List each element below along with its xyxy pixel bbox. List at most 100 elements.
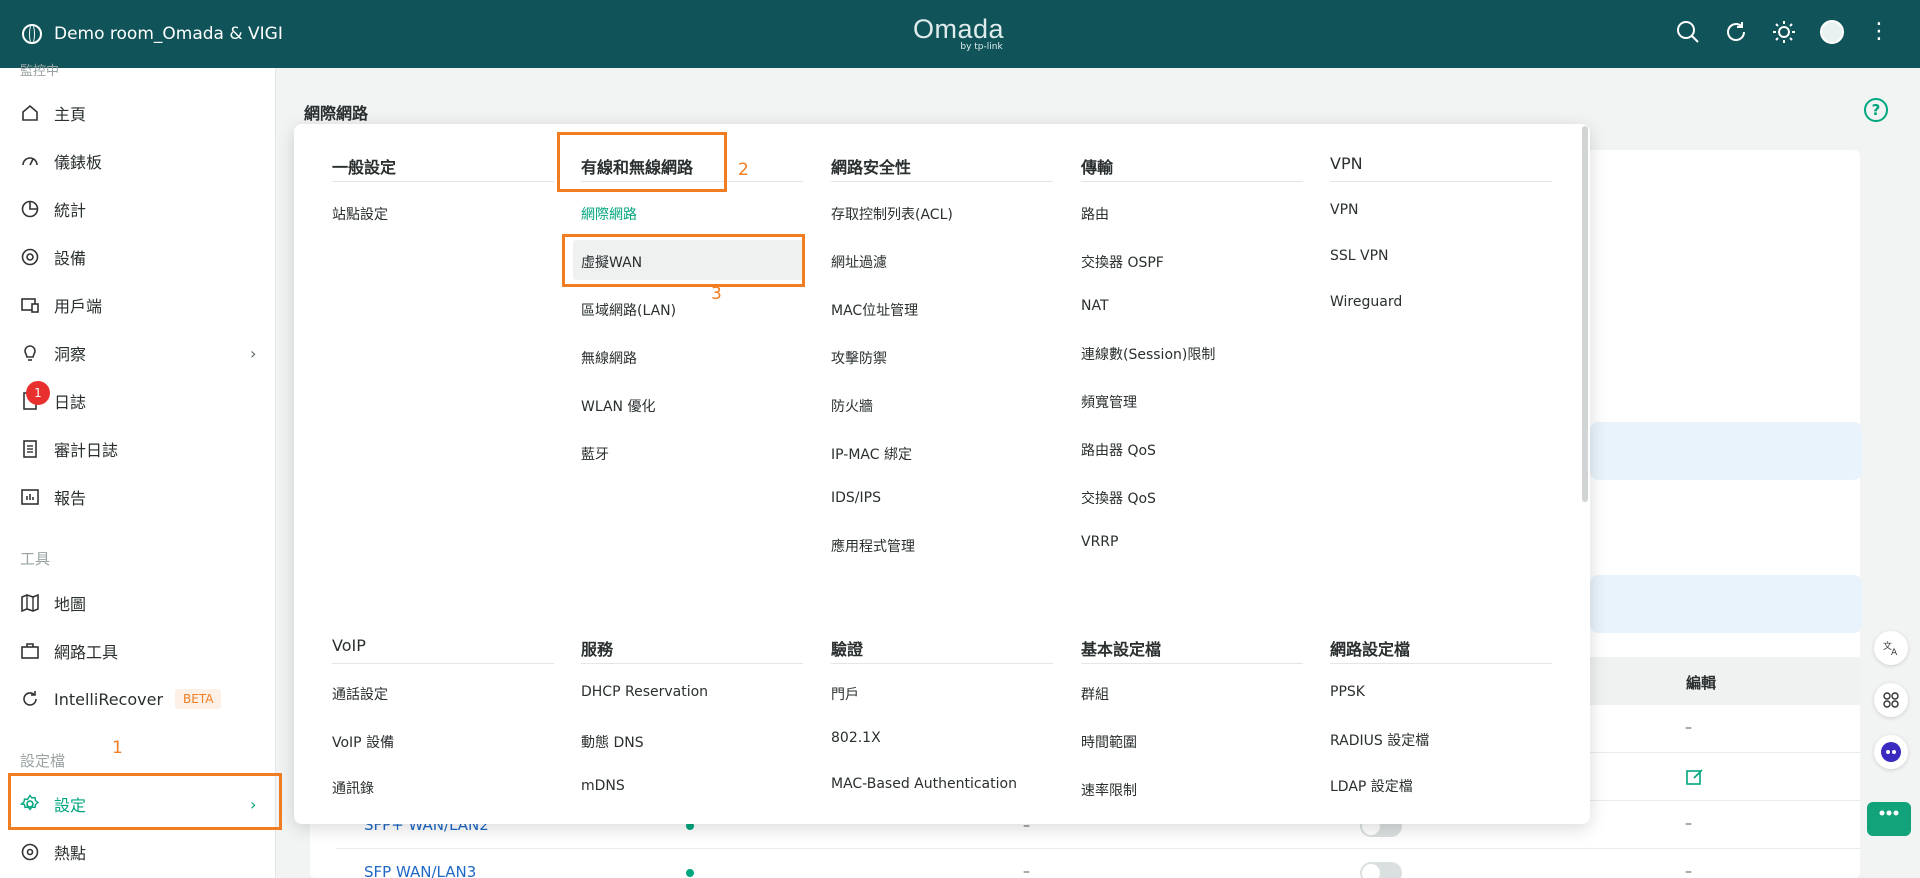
toggle-switch[interactable] (1360, 862, 1402, 878)
sidebar-item-map[interactable]: 地圖 (20, 588, 86, 618)
info-banner (1590, 422, 1862, 480)
menu-item-lan[interactable]: 區域網路(LAN) (581, 300, 676, 320)
menu-item-firewall[interactable]: 防火牆 (831, 396, 873, 416)
menu-item-groups[interactable]: 群組 (1081, 684, 1109, 704)
search-icon[interactable] (1676, 20, 1700, 44)
menu-item-wireguard[interactable]: Wireguard (1330, 294, 1402, 310)
help-icon[interactable]: ? (1864, 98, 1888, 122)
sidebar-item-reports[interactable]: 報告 (20, 482, 86, 512)
menu-item-attack-defense[interactable]: 攻擊防禦 (831, 348, 887, 368)
edit-cell: – (1685, 720, 1692, 736)
menu-item-ssl-vpn[interactable]: SSL VPN (1330, 248, 1389, 264)
menu-item-url-filter[interactable]: 網址過濾 (831, 252, 887, 272)
menu-column-title: VoIP (332, 636, 554, 664)
menu-item-bluetooth[interactable]: 藍牙 (581, 444, 609, 464)
user-avatar[interactable] (1820, 20, 1844, 44)
sidebar-item-statistics[interactable]: 統計 (20, 194, 86, 224)
menu-item-ids-ips[interactable]: IDS/IPS (831, 490, 881, 506)
menu-item-switch-ospf[interactable]: 交換器 OSPF (1081, 252, 1164, 272)
menu-column-title: 傳輸 (1081, 154, 1303, 182)
port-link[interactable]: SFP WAN/LAN3 (364, 863, 476, 878)
svg-text:A: A (1891, 648, 1898, 657)
menu-item-switch-qos[interactable]: 交換器 QoS (1081, 488, 1156, 508)
table-row (336, 849, 1861, 878)
sidebar-item-dashboard[interactable]: 儀錶板 (20, 146, 102, 176)
top-bar: Demo room_Omada & VIGI Omada by tp-link … (0, 0, 1920, 68)
recover-icon (23, 691, 37, 706)
pie-chart-icon (21, 200, 39, 218)
more-menu-icon[interactable]: ⋮ (1868, 20, 1890, 44)
menu-item-wireless[interactable]: 無線網路 (581, 348, 637, 368)
menu-item-portal[interactable]: 門戶 (831, 684, 859, 704)
menu-column-vpn: VPN VPN SSL VPN Wireguard (1330, 154, 1552, 310)
menu-item-ip-mac-binding[interactable]: IP-MAC 綁定 (831, 444, 912, 464)
menu-item-ldap-profile[interactable]: LDAP 設定檔 (1330, 776, 1413, 796)
menu-item-vrrp[interactable]: VRRP (1081, 534, 1118, 550)
menu-item-mdns[interactable]: mDNS (581, 778, 625, 794)
sidebar-item-network-tools[interactable]: 網路工具 (20, 636, 118, 666)
sidebar-item-home[interactable]: 主頁 (20, 98, 86, 128)
dashboard-icon (22, 157, 38, 166)
column-header-edit: 編輯 (1686, 674, 1717, 692)
menu-column-services: 服務 DHCP Reservation 動態 DNS mDNS (581, 636, 803, 794)
edit-cell: – (1685, 816, 1692, 832)
menu-column-voip: VoIP 通話設定 VoIP 設備 通訊錄 (332, 636, 554, 797)
bulb-icon (24, 345, 36, 361)
menu-item-phonebook[interactable]: 通訊錄 (332, 778, 374, 798)
translate-icon[interactable]: 文A (1874, 631, 1908, 665)
menu-item-mac-management[interactable]: MAC位址管理 (831, 300, 918, 320)
menu-item-internet[interactable]: 網際網路 (581, 204, 637, 224)
sidebar-item-hotspot[interactable]: 熱點 (20, 837, 86, 867)
refresh-icon[interactable] (1724, 20, 1748, 44)
menu-column-security: 網路安全性 存取控制列表(ACL) 網址過濾 MAC位址管理 攻擊防禦 防火牆 … (831, 154, 1053, 555)
menu-item-wlan-optimization[interactable]: WLAN 優化 (581, 396, 655, 416)
menu-item-site-settings[interactable]: 站點設定 (332, 204, 388, 224)
globe-icon (22, 24, 42, 44)
menu-item-dhcp-reservation[interactable]: DHCP Reservation (581, 684, 708, 700)
menu-item-bandwidth[interactable]: 頻寬管理 (1081, 392, 1137, 412)
menu-item-time-range[interactable]: 時間範圍 (1081, 732, 1137, 752)
menu-item-vpn[interactable]: VPN (1330, 202, 1359, 218)
menu-item-app-management[interactable]: 應用程式管理 (831, 536, 915, 556)
menu-item-acl[interactable]: 存取控制列表(ACL) (831, 204, 953, 224)
menu-item-routing[interactable]: 路由 (1081, 204, 1109, 224)
edit-icon[interactable] (1686, 768, 1704, 790)
map-icon (21, 593, 39, 613)
menu-column-title: VPN (1330, 154, 1552, 182)
chevron-right-icon: › (250, 343, 257, 363)
settings-mega-menu: 一般設定 站點設定 有線和無線網路 網際網路 虛擬WAN 區域網路(LAN) 無… (294, 124, 1590, 824)
menu-item-rate-limit[interactable]: 速率限制 (1081, 780, 1137, 800)
sidebar-item-devices[interactable]: 設備 (20, 242, 86, 272)
status-dot (686, 869, 694, 877)
menu-column-basic-profiles: 基本設定檔 群組 時間範圍 速率限制 (1081, 636, 1303, 799)
menu-item-ppsk[interactable]: PPSK (1330, 684, 1365, 700)
menu-column-network-profiles: 網路設定檔 PPSK RADIUS 設定檔 LDAP 設定檔 (1330, 636, 1552, 795)
assistant-icon[interactable] (1874, 735, 1908, 769)
log-count-badge: 1 (26, 381, 50, 405)
menu-item-8021x[interactable]: 802.1X (831, 730, 881, 746)
menu-item-nat[interactable]: NAT (1081, 298, 1109, 314)
site-name: Demo room_Omada & VIGI (54, 24, 283, 44)
menu-item-call-settings[interactable]: 通話設定 (332, 684, 388, 704)
menu-item-mac-auth[interactable]: MAC-Based Authentication (831, 776, 1017, 792)
menu-item-radius-profile[interactable]: RADIUS 設定檔 (1330, 730, 1429, 750)
menu-scrollbar[interactable] (1582, 126, 1588, 502)
menu-column-general: 一般設定 站點設定 (332, 154, 554, 223)
menu-item-router-qos[interactable]: 路由器 QoS (1081, 440, 1156, 460)
beta-badge: BETA (175, 689, 222, 709)
menu-item-voip-devices[interactable]: VoIP 設備 (332, 732, 394, 752)
toolbox-icon (21, 643, 39, 659)
menu-item-session-limit[interactable]: 連線數(Session)限制 (1081, 344, 1215, 364)
sidebar-item-insights[interactable]: 洞察 › (20, 338, 256, 368)
site-selector[interactable]: Demo room_Omada & VIGI (22, 24, 283, 44)
sidebar-item-intellirecover[interactable]: IntelliRecover BETA (20, 684, 222, 714)
menu-item-ddns[interactable]: 動態 DNS (581, 732, 644, 752)
menu-column-title: 驗證 (831, 636, 1053, 664)
chat-icon[interactable] (1867, 802, 1911, 836)
section-monitor: 監控中 (20, 64, 60, 79)
menu-column-transmission: 傳輸 路由 交換器 OSPF NAT 連線數(Session)限制 頻寬管理 路… (1081, 154, 1303, 550)
theme-sun-icon[interactable] (1772, 20, 1796, 44)
sidebar-item-audit-logs[interactable]: 審計日誌 (20, 434, 118, 464)
sidebar-item-clients[interactable]: 用戶端 (20, 290, 102, 320)
apps-grid-icon[interactable] (1874, 683, 1908, 717)
